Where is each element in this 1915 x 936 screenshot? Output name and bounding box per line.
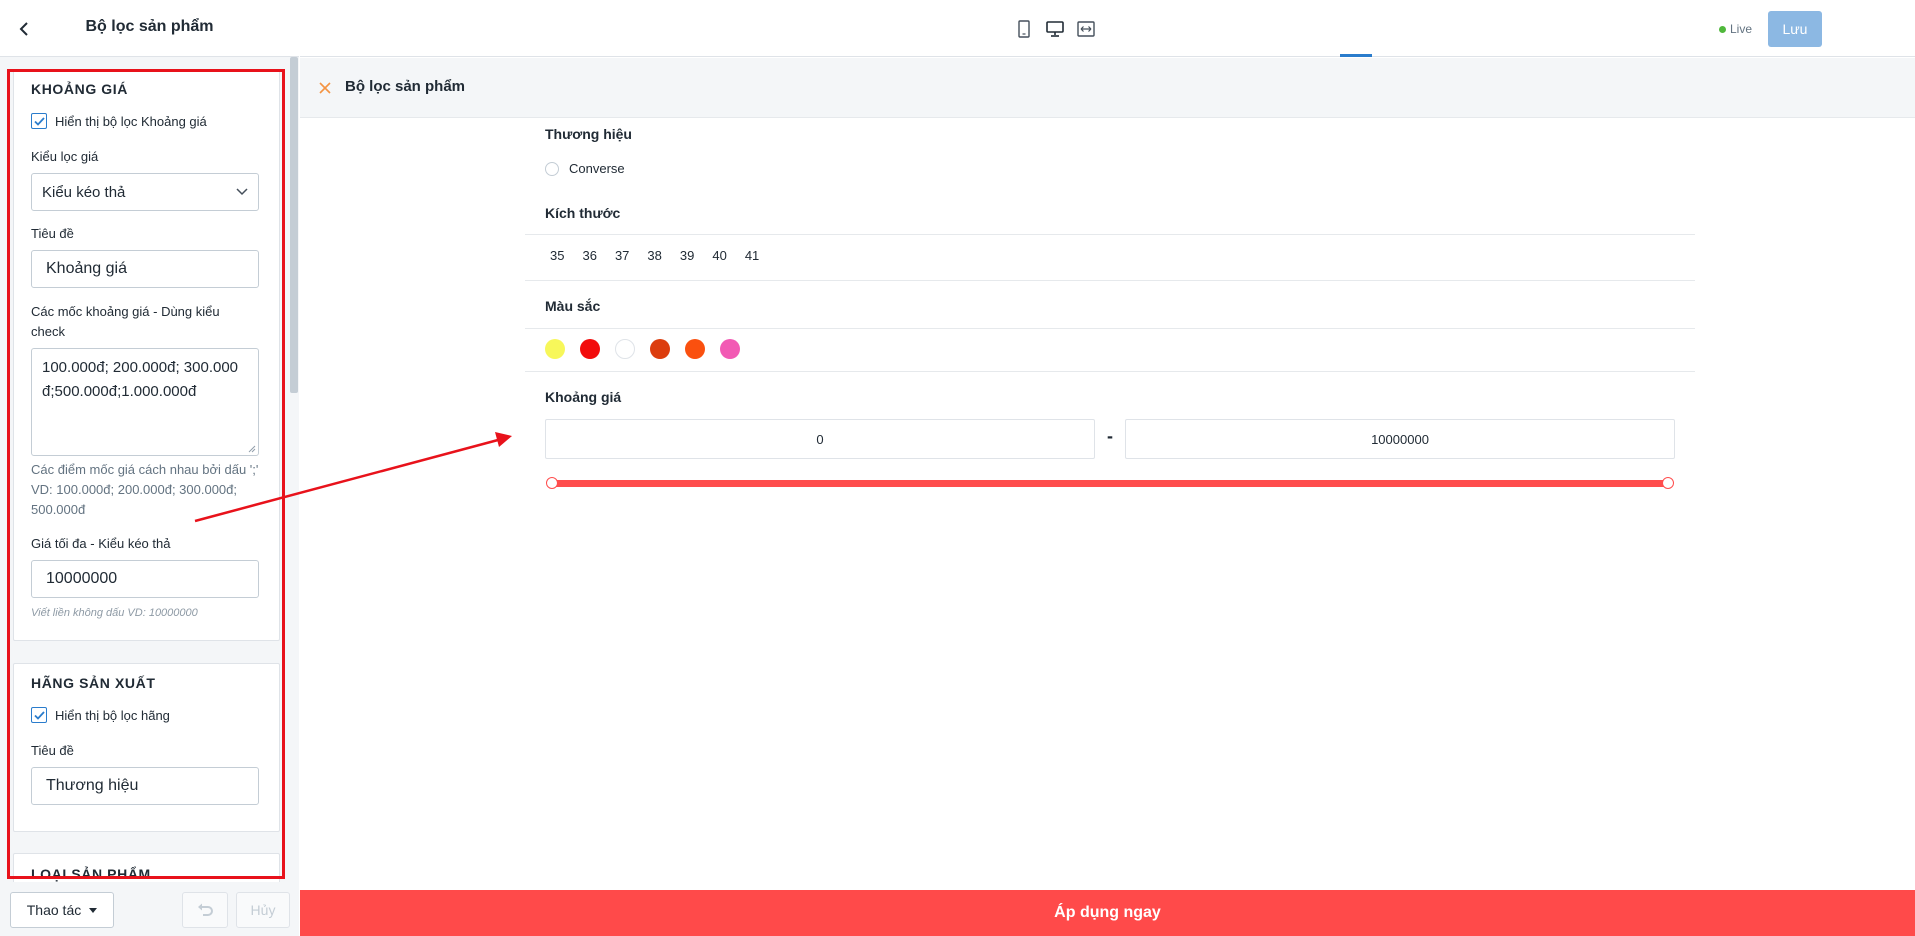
size-options: 35 36 37 38 39 40 41 — [550, 248, 759, 263]
price-max-input[interactable]: 10000000 — [1125, 419, 1675, 459]
caret-down-icon — [89, 907, 98, 913]
color-swatch[interactable] — [650, 339, 670, 359]
size-divider-bottom — [525, 280, 1695, 281]
color-swatch[interactable] — [615, 339, 635, 359]
desktop-icon — [1046, 21, 1064, 37]
price-range-dash: - — [1107, 426, 1113, 446]
color-swatch[interactable] — [685, 339, 705, 359]
size-option[interactable]: 41 — [745, 248, 759, 263]
color-filter-title: Màu sắc — [545, 298, 601, 314]
product-type-heading: LOẠI SẢN PHẨM — [31, 866, 151, 882]
mobile-icon — [1018, 20, 1030, 38]
max-price-label: Giá tối đa - Kiểu kéo thả — [31, 536, 171, 551]
actions-dropdown-button[interactable]: Thao tác — [10, 892, 114, 928]
active-device-indicator — [1340, 54, 1372, 57]
sidebar-footer: Thao tác Hủy — [0, 882, 299, 936]
size-option[interactable]: 38 — [647, 248, 661, 263]
size-divider-top — [525, 234, 1695, 235]
sidebar-scrollbar[interactable] — [289, 57, 299, 882]
filter-preview-header: Bộ lọc sản phẩm — [300, 58, 1915, 118]
price-min-input[interactable]: 0 — [545, 419, 1095, 459]
brand-panel: HÃNG SẢN XUẤT Hiển thị bộ lọc hãng Tiêu … — [13, 663, 280, 832]
price-title-label: Tiêu đề — [31, 226, 74, 241]
price-slider-track[interactable] — [555, 480, 1665, 487]
price-milestones-hint: Các điểm mốc giá cách nhau bởi dấu ';' V… — [31, 462, 259, 517]
size-option[interactable]: 37 — [615, 248, 629, 263]
chevron-down-icon — [236, 188, 248, 196]
live-status-label: Live — [1730, 22, 1753, 36]
size-option[interactable]: 39 — [680, 248, 694, 263]
price-slider-max-handle[interactable] — [1662, 477, 1674, 489]
color-swatch[interactable] — [720, 339, 740, 359]
brand-option-label: Converse — [569, 161, 625, 176]
editor-topbar: Live Lưu — [300, 0, 1915, 57]
size-option[interactable]: 36 — [582, 248, 596, 263]
live-status: Live — [1719, 22, 1752, 36]
show-price-filter-row[interactable]: Hiển thị bộ lọc Khoảng giá — [31, 113, 207, 129]
resize-grip-icon[interactable] — [248, 445, 256, 453]
price-filter-type-select[interactable]: Kiểu kéo thả — [31, 173, 259, 211]
price-milestones-value: 100.000đ; 200.000đ; 300.000đ;500.000đ;1.… — [42, 359, 239, 400]
brand-title-label: Tiêu đề — [31, 743, 74, 758]
size-filter-title: Kích thước — [545, 205, 621, 221]
price-filter-type-label: Kiểu lọc giá — [31, 149, 99, 164]
undo-button[interactable] — [182, 892, 228, 928]
color-divider-top — [525, 328, 1695, 329]
size-option[interactable]: 40 — [712, 248, 726, 263]
color-swatches — [545, 339, 740, 359]
live-status-dot — [1719, 25, 1726, 33]
filter-preview-title: Bộ lọc sản phẩm — [345, 78, 466, 95]
brand-heading: HÃNG SẢN XUẤT — [31, 675, 156, 691]
check-icon — [33, 710, 45, 720]
sidebar-scroll-area: KHOẢNG GIÁ Hiển thị bộ lọc Khoảng giá Ki… — [0, 57, 299, 882]
brand-filter-title: Thương hiệu — [545, 126, 632, 142]
price-filter-type-value: Kiểu kéo thả — [42, 183, 126, 201]
price-milestones-label: Các mốc khoảng giá - Dùng kiểu check — [31, 304, 220, 339]
undo-icon — [198, 903, 213, 916]
cancel-button[interactable]: Hủy — [236, 892, 290, 928]
brand-option-converse[interactable]: Converse — [545, 161, 625, 176]
show-brand-filter-checkbox[interactable] — [31, 707, 47, 723]
brand-title-input[interactable]: Thương hiệu — [31, 767, 259, 805]
size-option[interactable]: 35 — [550, 248, 564, 263]
color-swatch[interactable] — [580, 339, 600, 359]
show-brand-filter-row[interactable]: Hiển thị bộ lọc hãng — [31, 707, 170, 723]
color-swatch[interactable] — [545, 339, 565, 359]
max-price-hint: Viết liền không dấu VD: 10000000 — [31, 607, 198, 619]
expand-width-icon — [1077, 21, 1095, 37]
mobile-view-button[interactable] — [1011, 18, 1037, 40]
price-slider-min-handle[interactable] — [546, 477, 558, 489]
product-type-panel: LOẠI SẢN PHẨM — [13, 853, 280, 882]
desktop-view-button[interactable] — [1042, 18, 1068, 40]
price-milestones-textarea[interactable]: 100.000đ; 200.000đ; 300.000đ;500.000đ;1.… — [31, 348, 259, 456]
check-icon — [33, 116, 45, 126]
sidebar-scroll-thumb[interactable] — [290, 57, 298, 393]
save-button[interactable]: Lưu — [1768, 11, 1822, 47]
show-price-filter-checkbox[interactable] — [31, 113, 47, 129]
price-range-panel: KHOẢNG GIÁ Hiển thị bộ lọc Khoảng giá Ki… — [13, 69, 280, 641]
show-brand-filter-label: Hiển thị bộ lọc hãng — [55, 707, 170, 723]
sidebar-title: Bộ lọc sản phẩm — [85, 18, 214, 35]
sidebar-header: Bộ lọc sản phẩm — [0, 0, 299, 57]
price-range-heading: KHOẢNG GIÁ — [31, 81, 128, 97]
show-price-filter-label: Hiển thị bộ lọc Khoảng giá — [55, 113, 207, 129]
max-price-input[interactable]: 10000000 — [31, 560, 259, 598]
apply-now-button[interactable]: Áp dụng ngay — [300, 890, 1915, 936]
color-divider-bottom — [525, 371, 1695, 372]
settings-sidebar: Bộ lọc sản phẩm KHOẢNG GIÁ Hiển thị bộ l… — [0, 0, 299, 936]
actions-label: Thao tác — [26, 902, 82, 918]
price-filter-title: Khoảng giá — [545, 389, 622, 405]
price-title-input[interactable]: Khoảng giá — [31, 250, 259, 288]
close-icon[interactable] — [317, 80, 333, 96]
brand-option-radio[interactable] — [545, 161, 559, 176]
fullwidth-view-button[interactable] — [1073, 18, 1099, 40]
